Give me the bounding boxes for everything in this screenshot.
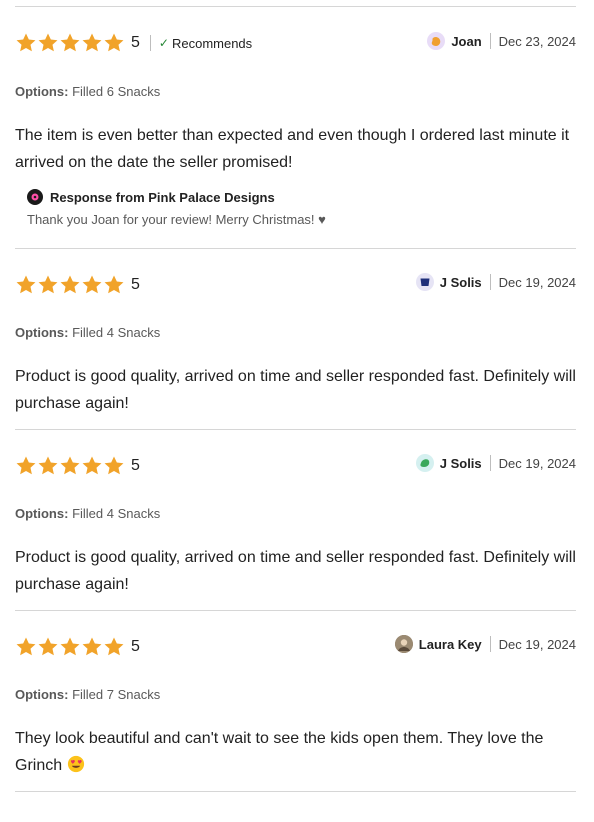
avatar-photo-icon (394, 635, 413, 653)
review-item: 5 ✓ Recommends Joan Dec 23, 2024 Options… (15, 7, 576, 248)
response-title: Response from Pink Palace Designs (50, 189, 275, 205)
avatar[interactable] (415, 454, 434, 472)
review-meta: J Solis Dec 19, 2024 (415, 451, 576, 475)
avatar[interactable] (427, 32, 446, 50)
review-meta: Laura Key Dec 19, 2024 (394, 632, 576, 656)
response-text: Thank you Joan for your review! Merry Ch… (27, 212, 326, 227)
response-header: Response from Pink Palace Designs (27, 188, 576, 206)
star-rating (15, 32, 125, 54)
star-icon (15, 636, 37, 658)
star-icon (81, 455, 103, 477)
checkmark-icon: ✓ (158, 36, 169, 50)
review-date: Dec 19, 2024 (498, 274, 576, 290)
review-text: Product is good quality, arrived on time… (15, 368, 576, 412)
star-rating (15, 274, 125, 296)
star-icon (15, 274, 37, 296)
shop-logo-icon (27, 189, 43, 205)
avatar[interactable] (394, 635, 413, 653)
star-icon (103, 636, 125, 658)
seller-response: Response from Pink Palace Designs Thank … (27, 188, 576, 227)
meta-separator (489, 33, 491, 49)
star-icon (103, 274, 125, 296)
recommends-badge: ✓ Recommends (149, 35, 253, 51)
review-date: Dec 19, 2024 (498, 455, 576, 471)
recommends-label: Recommends (171, 35, 253, 51)
options-label: Options: (15, 325, 69, 340)
star-icon (103, 32, 125, 54)
star-icon (37, 455, 59, 477)
review-text-content: They look beautiful and can't wait to se… (15, 730, 544, 774)
review-date: Dec 23, 2024 (498, 33, 576, 49)
star-rating (15, 455, 125, 477)
review-item: 5 Laura Key Dec 19, 2024 Options: Filled… (15, 611, 576, 791)
star-icon (103, 455, 125, 477)
heart-eyes-emoji-icon (67, 755, 84, 773)
review-meta: Joan Dec 23, 2024 (427, 29, 576, 53)
star-icon (81, 32, 103, 54)
star-icon (81, 274, 103, 296)
reviewer-name[interactable]: Joan (451, 34, 481, 49)
reviewer-name[interactable]: J Solis (440, 275, 482, 290)
star-icon (59, 455, 81, 477)
review-meta: J Solis Dec 19, 2024 (415, 270, 576, 294)
star-icon (81, 636, 103, 658)
review-text: The item is even better than expected an… (15, 127, 570, 171)
star-rating (15, 636, 125, 658)
divider (15, 791, 576, 792)
review-options: Options: Filled 4 Snacks (15, 506, 160, 521)
star-icon (59, 274, 81, 296)
star-icon (37, 32, 59, 54)
options-value: Filled 4 Snacks (72, 325, 161, 340)
star-icon (37, 274, 59, 296)
star-icon (59, 636, 81, 658)
avatar-blob-icon (432, 36, 441, 46)
rating-value: 5 (131, 276, 140, 293)
options-label: Options: (15, 84, 69, 99)
reviewer-name[interactable]: Laura Key (419, 637, 482, 652)
options-label: Options: (15, 506, 69, 521)
review-options: Options: Filled 4 Snacks (15, 325, 160, 340)
review-item: 5 J Solis Dec 19, 2024 Options: Filled 4… (15, 430, 576, 610)
review-text: They look beautiful and can't wait to se… (15, 725, 576, 779)
review-item: 5 J Solis Dec 19, 2024 Options: Filled 4… (15, 249, 576, 429)
star-icon (59, 32, 81, 54)
star-icon (37, 636, 59, 658)
avatar-blob-icon (420, 278, 430, 286)
review-options: Options: Filled 7 Snacks (15, 687, 160, 702)
options-value: Filled 4 Snacks (72, 506, 161, 521)
meta-separator (489, 274, 491, 290)
review-text: Product is good quality, arrived on time… (15, 549, 576, 593)
star-icon (15, 32, 37, 54)
star-icon (15, 455, 37, 477)
review-options: Options: Filled 6 Snacks (15, 84, 160, 99)
options-value: Filled 6 Snacks (72, 84, 161, 99)
avatar-blob-icon (420, 459, 429, 467)
options-label: Options: (15, 687, 69, 702)
reviewer-name[interactable]: J Solis (440, 456, 482, 471)
review-date: Dec 19, 2024 (498, 636, 576, 652)
rating-value: 5 (131, 638, 140, 655)
meta-separator (489, 455, 491, 471)
avatar[interactable] (415, 273, 434, 291)
options-value: Filled 7 Snacks (72, 687, 161, 702)
rating-value: 5 (131, 34, 140, 51)
rating-value: 5 (131, 457, 140, 474)
meta-separator (489, 636, 491, 652)
